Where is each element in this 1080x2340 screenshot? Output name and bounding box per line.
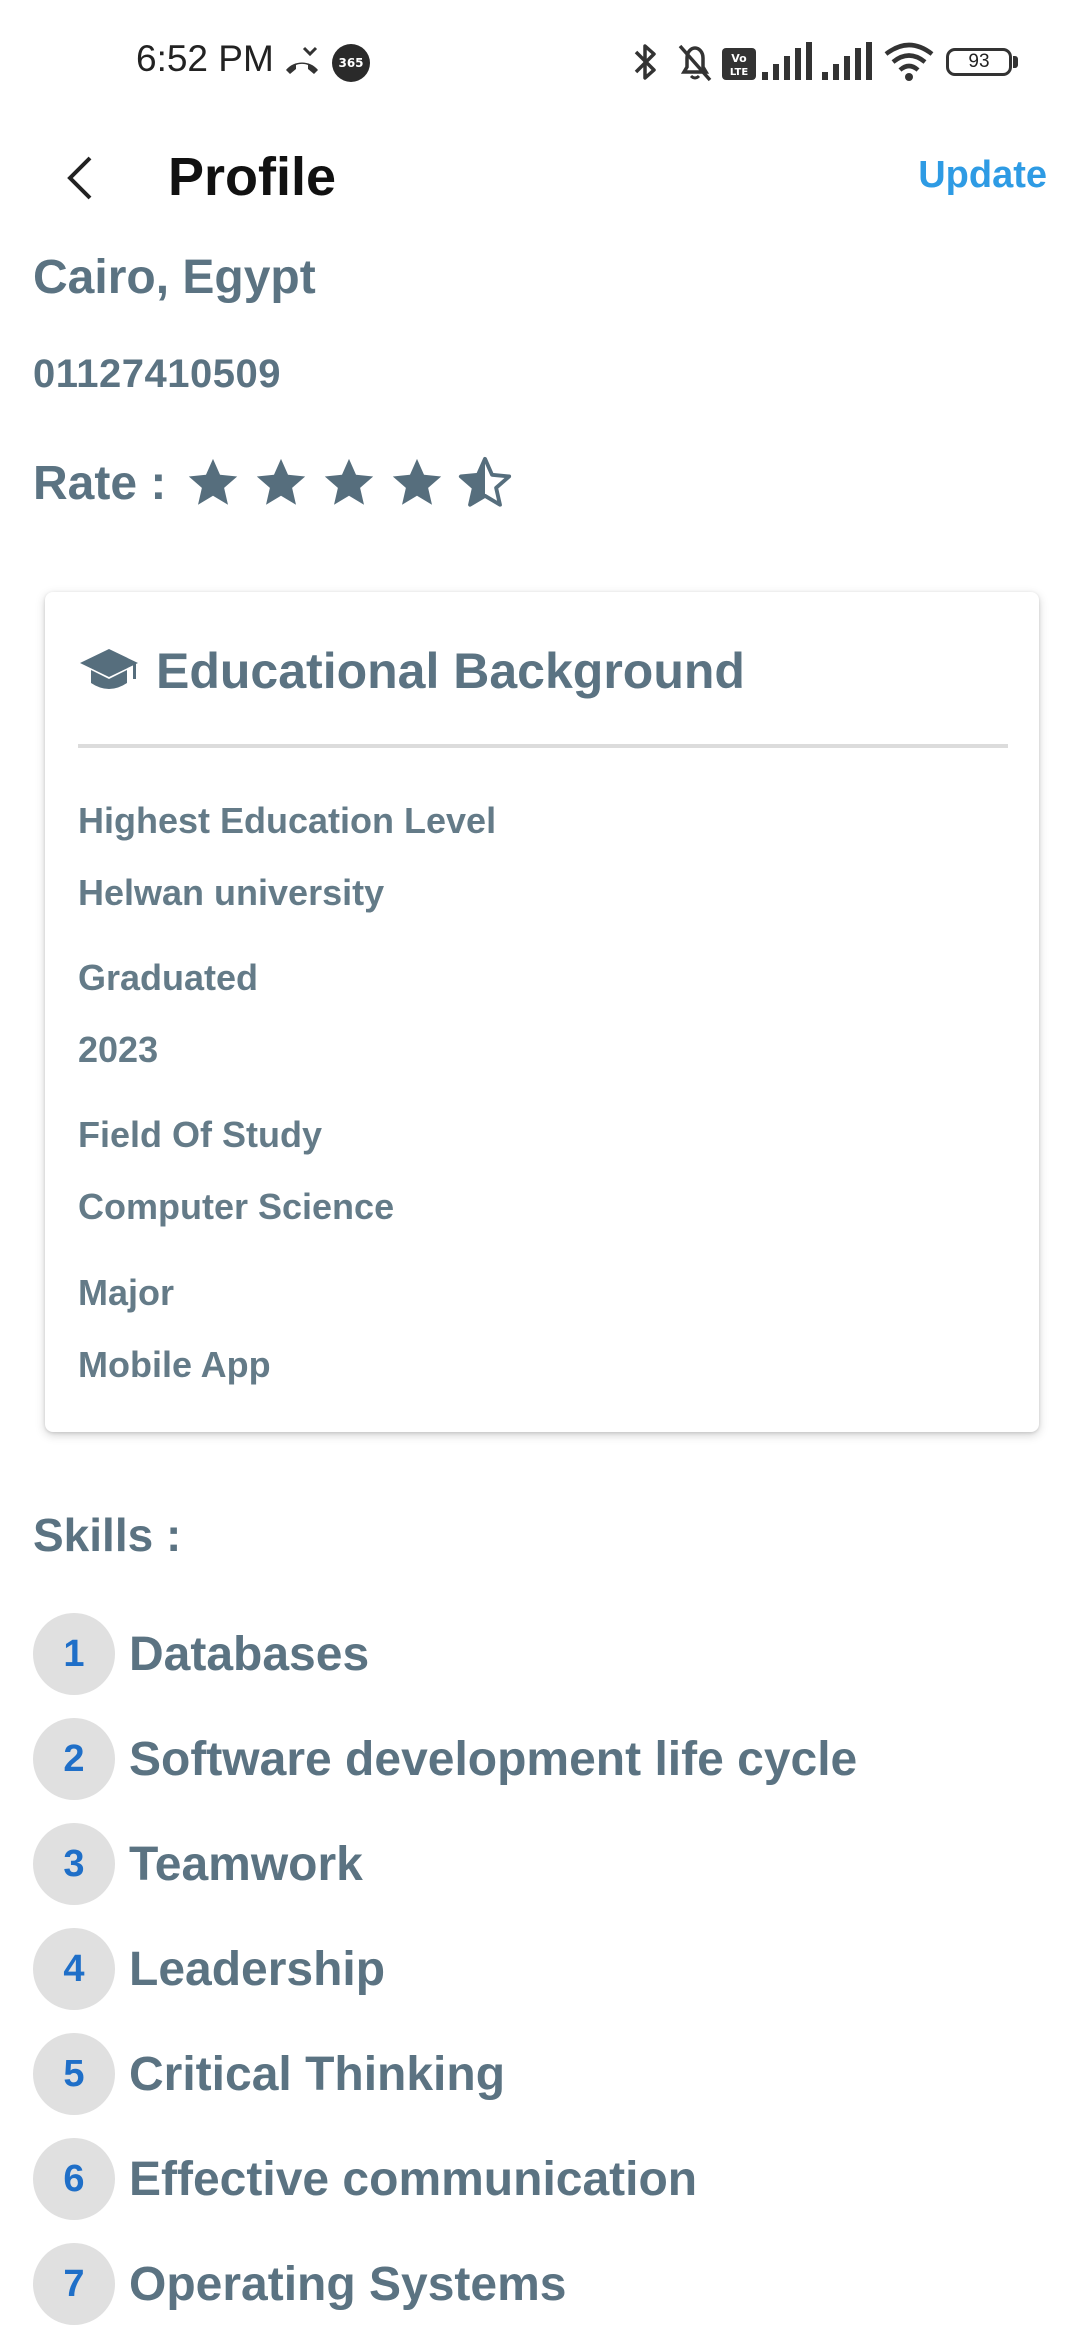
skill-label: Leadership <box>129 1942 386 1996</box>
chevron-left-icon <box>67 156 92 200</box>
star-full-icon <box>257 458 306 505</box>
star-half-icon <box>459 456 512 507</box>
education-level-label: Highest Education Level <box>78 800 497 841</box>
skill-item: 5 Critical Thinking <box>33 2032 505 2116</box>
battery-icon: 93 <box>946 48 1012 76</box>
battery-tip <box>1013 56 1018 68</box>
skill-label: Critical Thinking <box>129 2047 506 2101</box>
skill-number-badge: 2 <box>33 1718 115 1800</box>
skill-item: 1 Databases <box>33 1612 369 1696</box>
skill-item: 4 Leadership <box>33 1927 385 2011</box>
page-title: Profile <box>168 147 337 207</box>
skill-label: Databases <box>129 1627 370 1681</box>
skill-number-badge: 4 <box>33 1928 115 2010</box>
skill-label: Operating Systems <box>129 2257 567 2311</box>
skill-number-badge: 6 <box>33 2138 115 2220</box>
skill-label: Teamwork <box>129 1837 363 1891</box>
back-button[interactable] <box>52 150 108 206</box>
star-rating <box>184 454 514 512</box>
education-header: Educational Background <box>78 642 745 700</box>
graduated-value: 2023 <box>78 1029 159 1070</box>
education-level-value: Helwan university <box>78 872 385 913</box>
skill-number-badge: 3 <box>33 1823 115 1905</box>
star-full-icon <box>393 458 442 505</box>
skill-item: 7 Operating Systems <box>33 2242 566 2326</box>
skills-heading: Skills : <box>33 1509 182 1561</box>
rating-row: Rate : <box>33 448 514 518</box>
rate-label: Rate : <box>33 456 167 510</box>
graduated-label: Graduated <box>78 957 259 998</box>
update-button[interactable]: Update <box>918 154 1047 197</box>
svg-text:LTE: LTE <box>730 67 749 78</box>
status-bar: 6:52 PM 365 Vo LTE 93 <box>0 0 1080 126</box>
field-of-study-label: Field Of Study <box>78 1114 323 1155</box>
location-text: Cairo, Egypt <box>33 251 316 304</box>
status-time: 6:52 PM <box>136 38 274 79</box>
skill-label: Software development life cycle <box>129 1732 858 1786</box>
graduation-cap-icon <box>80 649 138 689</box>
signal-icon <box>822 42 872 80</box>
field-of-study-value: Computer Science <box>78 1186 395 1227</box>
phone-number: 01127410509 <box>33 352 281 396</box>
star-full-icon <box>325 458 374 505</box>
skill-label: Effective communication <box>129 2152 698 2206</box>
skill-number-badge: 5 <box>33 2033 115 2115</box>
volte-icon: Vo LTE <box>722 48 756 80</box>
bluetooth-icon <box>634 44 656 80</box>
major-value: Mobile App <box>78 1344 271 1385</box>
education-card: Educational Background Highest Education… <box>45 592 1039 1432</box>
divider <box>78 744 1008 748</box>
star-full-icon <box>189 458 238 505</box>
skill-item: 3 Teamwork <box>33 1822 363 1906</box>
svg-text:Vo: Vo <box>731 52 747 65</box>
skill-item: 2 Software development life cycle <box>33 1717 857 1801</box>
mute-bell-icon <box>678 44 712 82</box>
skill-number-badge: 7 <box>33 2243 115 2325</box>
education-title: Educational Background <box>156 643 745 699</box>
major-label: Major <box>78 1272 175 1313</box>
signal-icon <box>762 42 812 80</box>
skill-number-badge: 1 <box>33 1613 115 1695</box>
wifi-icon <box>884 42 934 81</box>
missed-call-icon <box>286 46 318 74</box>
app-badge-icon: 365 <box>332 44 370 82</box>
skill-item: 6 Effective communication <box>33 2137 697 2221</box>
